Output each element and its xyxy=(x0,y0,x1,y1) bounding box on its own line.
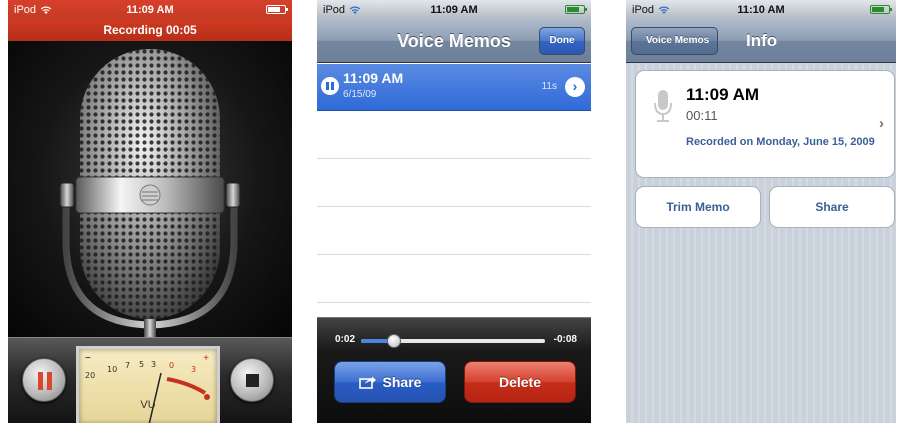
memo-info-card[interactable]: 11:09 AM 00:11 Recorded on Monday, June … xyxy=(635,70,895,178)
memo-time: 11:09 AM xyxy=(686,85,760,104)
stop-icon xyxy=(246,374,259,387)
battery-icon xyxy=(266,5,288,14)
memo-duration: 11s xyxy=(541,81,557,92)
share-button[interactable]: Share xyxy=(334,361,446,403)
recorder-screen: iPod 11:09 AM Recording 00:05 − + 20 10 … xyxy=(8,0,292,423)
pause-button[interactable] xyxy=(22,358,66,402)
battery-icon xyxy=(565,5,587,14)
memo-list: 11:09 AM 6/15/09 11s › xyxy=(317,64,591,317)
page-title: Info xyxy=(746,31,778,50)
detail-disclosure-icon[interactable]: › xyxy=(565,77,585,97)
share-label: Share xyxy=(382,374,422,390)
share-icon xyxy=(358,376,376,389)
microphone-illustration xyxy=(8,41,292,337)
memo-duration: 00:11 xyxy=(686,108,718,123)
battery-icon xyxy=(870,5,892,14)
wifi-icon xyxy=(40,6,52,14)
navigation-bar: Voice Memos Info xyxy=(626,19,896,63)
voice-memos-screen: iPod 11:09 AM Voice Memos Done 11:09 AM … xyxy=(317,0,591,423)
done-button[interactable]: Done xyxy=(539,27,585,55)
navigation-bar: Voice Memos Done xyxy=(317,19,591,63)
empty-row xyxy=(317,160,591,207)
scrubber-thumb[interactable] xyxy=(387,334,402,348)
vu-meter: − + 20 10 7 5 3 0 3 VU xyxy=(76,346,220,423)
memo-date: 6/15/09 xyxy=(343,89,377,100)
recording-banner: Recording 00:05 xyxy=(8,19,292,41)
memo-row[interactable]: 11:09 AM 6/15/09 11s › xyxy=(317,64,591,111)
recorder-controls: − + 20 10 7 5 3 0 3 VU xyxy=(8,337,292,423)
memo-time: 11:09 AM xyxy=(343,70,404,86)
info-screen: iPod 11:10 AM Voice Memos Info 11:09 AM … xyxy=(626,0,896,423)
empty-row xyxy=(317,208,591,255)
scrubber-track[interactable] xyxy=(361,334,545,348)
status-bar: iPod 11:09 AM xyxy=(8,0,292,19)
vu-label: VU xyxy=(140,399,156,411)
carrier-label: iPod xyxy=(632,3,655,16)
remaining-time: -0:08 xyxy=(553,334,577,345)
playback-bar: 0:02 -0:08 Share Delete xyxy=(317,317,591,423)
carrier-label: iPod xyxy=(14,3,37,16)
back-button[interactable]: Voice Memos xyxy=(631,27,719,55)
delete-button[interactable]: Delete xyxy=(464,361,576,403)
wifi-icon xyxy=(658,6,670,14)
share-button[interactable]: Share xyxy=(769,186,895,228)
pause-icon[interactable] xyxy=(321,77,339,95)
recorded-date: Recorded on Monday, June 15, 2009 xyxy=(686,136,875,148)
delete-label: Delete xyxy=(498,374,542,390)
wifi-icon xyxy=(349,6,361,14)
microphone-icon xyxy=(59,49,241,337)
stop-button[interactable] xyxy=(230,358,274,402)
status-bar: iPod 11:10 AM xyxy=(626,0,896,19)
trim-memo-button[interactable]: Trim Memo xyxy=(635,186,761,228)
pause-icon xyxy=(37,372,53,390)
chevron-right-icon: › xyxy=(879,115,884,132)
status-bar: iPod 11:09 AM xyxy=(317,0,591,19)
carrier-label: iPod xyxy=(323,3,346,16)
vu-needle xyxy=(148,372,210,423)
elapsed-time: 0:02 xyxy=(335,334,356,345)
empty-row xyxy=(317,112,591,159)
microphone-icon xyxy=(654,90,672,122)
empty-row xyxy=(317,256,591,303)
